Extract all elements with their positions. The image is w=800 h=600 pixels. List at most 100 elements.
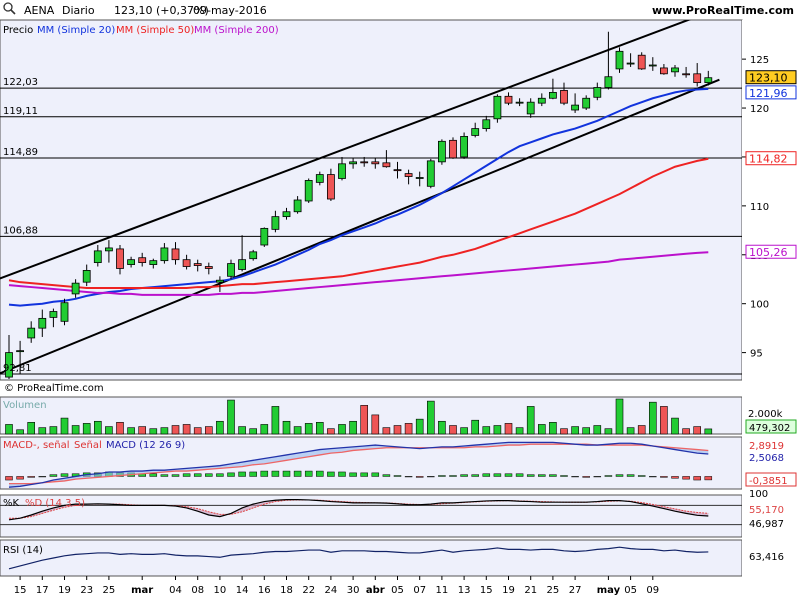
- candle-body: [671, 67, 679, 73]
- volume-bar: [693, 426, 702, 435]
- candle-body: [227, 263, 235, 277]
- stoch-tag-2: 46,987: [749, 519, 784, 530]
- volume-bar: [205, 426, 213, 435]
- support-label-4: 92,81: [3, 363, 32, 374]
- candle: [460, 132, 469, 159]
- candle-body: [537, 97, 546, 104]
- candle-body: [449, 139, 457, 159]
- legend-ma50: MM (Simple 50): [116, 25, 194, 36]
- candle-body: [293, 199, 302, 213]
- macd-hist-bar: [304, 470, 313, 477]
- rsi-tag: 63,416: [749, 552, 784, 563]
- x-tick-label: 11: [436, 585, 449, 596]
- legend-price: Precio: [3, 25, 33, 36]
- volume-bar: [315, 422, 324, 435]
- volume-bar: [660, 406, 668, 435]
- candle-body: [338, 163, 346, 179]
- macd-hist-bar: [282, 470, 291, 477]
- macd-hist-bar: [182, 473, 191, 477]
- candle-body: [27, 327, 36, 339]
- candle-body: [82, 270, 91, 283]
- macd-hist-bar: [382, 474, 391, 477]
- price-tick-label-1: 100: [750, 300, 769, 311]
- candle-body: [560, 90, 568, 104]
- candle-body: [482, 119, 491, 129]
- volume-bar: [171, 425, 180, 435]
- macd-hist-bar: [238, 471, 246, 477]
- stoch-legend-1: %D (14 3 5): [25, 498, 85, 509]
- macd-tag-1: 2,5068: [749, 453, 784, 464]
- candle-body: [204, 266, 213, 269]
- x-tick-label: 18: [280, 585, 293, 596]
- candle-body: [160, 247, 169, 262]
- value-tag-label-3: 105,26: [749, 246, 788, 259]
- macd-hist-bar: [626, 474, 635, 477]
- volume-bar: [293, 426, 302, 435]
- macd-hist-bar: [460, 474, 468, 477]
- candle-body: [437, 140, 446, 163]
- candle: [260, 227, 269, 247]
- candle-body: [105, 247, 113, 252]
- macd-hist-bar: [493, 473, 502, 477]
- volume-bar: [704, 428, 713, 435]
- x-tick-label: 21: [524, 585, 537, 596]
- x-tick-label: 14: [236, 585, 249, 596]
- x-tick-label: 04: [169, 585, 182, 596]
- candle-body: [693, 73, 702, 84]
- volume-bar: [127, 427, 135, 435]
- macd-hist-bar: [160, 474, 169, 477]
- volume-bar: [571, 426, 579, 435]
- support-label-1: 119,11: [3, 106, 38, 117]
- x-tick-label: mar: [131, 585, 153, 596]
- macd-hist-bar: [205, 473, 213, 477]
- candle-body: [149, 260, 158, 265]
- volume-bar: [282, 420, 291, 435]
- volume-bar: [216, 420, 224, 435]
- legend-ma20: MM (Simple 20): [37, 25, 115, 36]
- site-label: www.ProRealTime.com: [652, 4, 794, 17]
- x-tick-label: 25: [547, 585, 560, 596]
- volume-bar: [671, 417, 679, 435]
- value-tag-label-0: 123,10: [749, 72, 788, 85]
- x-tick-label: 30: [347, 585, 360, 596]
- candle-body: [415, 177, 424, 179]
- x-tick-label: 27: [569, 585, 582, 596]
- candle-body: [593, 87, 602, 98]
- stoch-legend-0: %K: [3, 498, 20, 509]
- macd-hist-bar: [549, 474, 557, 477]
- candle-body: [71, 282, 80, 295]
- macd-hist-bar: [504, 473, 513, 477]
- candle-body: [471, 128, 480, 136]
- macd-hist-bar: [149, 473, 158, 477]
- x-tick-label: 13: [458, 585, 471, 596]
- macd-hist-bar: [649, 476, 657, 478]
- macd-hist-bar: [671, 476, 679, 479]
- stock-chart: AENA Diario 123,10 (+0,37%) 09-may-2016 …: [0, 0, 800, 596]
- macd-hist-bar: [582, 476, 590, 478]
- support-label-2: 114,89: [3, 147, 38, 158]
- macd-hist-bar: [327, 471, 335, 477]
- panel-price: [0, 19, 743, 381]
- volume-bar: [626, 427, 635, 435]
- volume-bar: [471, 419, 480, 435]
- macd-hist-bar: [571, 476, 579, 478]
- macd-hist-bar: [316, 470, 324, 477]
- macd-hist-bar: [193, 473, 202, 477]
- macd-legend-1: Señal: [74, 440, 102, 451]
- volume-bar: [382, 427, 391, 435]
- candle: [437, 139, 446, 165]
- volume-bar: [338, 424, 346, 435]
- volume-bar: [105, 426, 113, 435]
- volume-bar: [27, 422, 36, 435]
- volume-tick-label: 2.000k: [748, 409, 783, 420]
- macd-hist-bar: [360, 472, 368, 477]
- volume-bar: [438, 420, 446, 435]
- stoch-tag-1: 55,170: [749, 505, 784, 516]
- candle: [615, 47, 624, 73]
- candle-body: [171, 248, 180, 261]
- candle-body: [426, 160, 435, 187]
- candle-body: [615, 50, 624, 70]
- macd-hist-bar: [16, 476, 24, 480]
- candle-body: [193, 263, 202, 266]
- volume-bar: [460, 427, 468, 435]
